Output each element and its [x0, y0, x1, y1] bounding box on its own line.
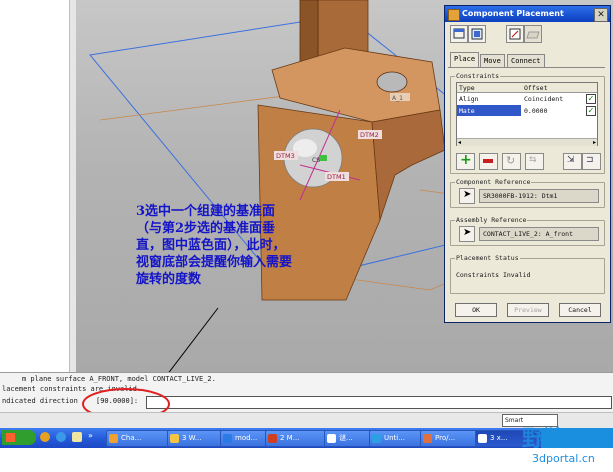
dialog-close-button[interactable]: ✕ — [594, 8, 608, 22]
svg-text:DTM2: DTM2 — [360, 131, 379, 139]
csys-marker — [319, 155, 327, 161]
constraints-group: Constraints Type Offset Align Coincident… — [450, 72, 605, 174]
part-right-face — [371, 109, 446, 221]
quicklaunch-expand-icon[interactable]: » — [88, 431, 93, 440]
dialog-app-icon — [448, 9, 460, 21]
open-file-icon[interactable] — [524, 25, 542, 43]
constraint-options-icon[interactable]: ⊐ — [582, 153, 601, 170]
placement-status-value: Constraints Invalid — [456, 271, 531, 279]
label-dtm3: DTM3 — [274, 151, 298, 160]
prompt-text: ndicated direction — [2, 397, 78, 405]
label-a1: A_1 — [390, 93, 410, 102]
ok-button[interactable]: OK — [455, 303, 497, 317]
constraint-type: Align — [459, 95, 479, 103]
constraint-offset: Coincident — [524, 95, 564, 103]
tab-move[interactable]: Move — [480, 54, 505, 67]
edit-constraint-icon[interactable] — [506, 25, 524, 43]
component-reference-field[interactable]: SR3000FB-1912: Dtm1 — [479, 189, 599, 203]
add-constraint-button[interactable]: + — [456, 152, 475, 170]
constraint-row[interactable]: Align Coincident ✓ — [457, 93, 597, 104]
prompt-input[interactable] — [146, 396, 612, 409]
assembly-reference-field[interactable]: CONTACT_LIVE_2: A_front — [479, 227, 599, 241]
constraints-table-header: Type Offset — [457, 83, 597, 93]
constraint-enabled-checkbox[interactable]: ✓ — [586, 106, 596, 116]
column-type-header: Type — [459, 84, 475, 92]
select-assembly-reference-button[interactable]: ➤ — [459, 226, 475, 242]
select-component-reference-button[interactable]: ➤ — [459, 188, 475, 204]
show-component-window-button[interactable] — [450, 25, 468, 43]
model-tree-pane[interactable] — [0, 0, 76, 372]
svg-text:A_1: A_1 — [392, 95, 403, 102]
delete-constraint-button[interactable] — [479, 153, 498, 170]
dialog-titlebar[interactable]: Component Placement ✕ — [445, 6, 610, 22]
flip-constraint-button[interactable]: ↻ — [502, 153, 521, 170]
show-assembly-window-button[interactable] — [468, 25, 486, 43]
tab-connect[interactable]: Connect — [507, 54, 545, 67]
label-dtm2: DTM2 — [358, 130, 382, 139]
component-placement-dialog: Component Placement ✕ Place Move Connect… — [444, 5, 611, 323]
watermark-url: 3dportal.cn — [532, 452, 595, 465]
assembly-reference-label: Assembly Reference — [455, 216, 528, 224]
component-reference-group: Component Reference ➤ SR3000FB-1912: Dtm… — [450, 178, 605, 208]
assembly-reference-group: Assembly Reference ➤ CONTACT_LIVE_2: A_f… — [450, 216, 605, 246]
model-tree-scrollbar[interactable] — [69, 0, 76, 372]
component-reference-value: SR3000FB-1912: Dtm1 — [483, 192, 558, 200]
constraint-enabled-checkbox[interactable]: ✓ — [586, 94, 596, 104]
label-dtm1: DTM1 — [325, 172, 349, 181]
constraint-offset: 0.0000 — [524, 107, 548, 115]
part-hole — [376, 71, 408, 93]
column-offset-header: Offset — [524, 84, 548, 92]
start-button[interactable] — [2, 430, 36, 445]
ie-icon[interactable] — [56, 432, 66, 442]
constraint-type: Mate — [459, 107, 475, 115]
svg-text:DTM3: DTM3 — [276, 152, 295, 160]
svg-text:DTM1: DTM1 — [327, 173, 346, 181]
component-reference-label: Component Reference — [455, 178, 532, 186]
placement-status-label: Placement Status — [455, 254, 520, 262]
preview-button[interactable]: Preview — [507, 303, 549, 317]
constraint-row[interactable]: Mate 0.0000 ✓ — [457, 105, 597, 116]
quicklaunch-icon[interactable] — [40, 432, 50, 442]
desktop-icon[interactable] — [72, 432, 82, 442]
watermark-logo: 野狼网 — [522, 427, 589, 452]
tab-place[interactable]: Place — [450, 52, 480, 67]
placement-status-group: Placement Status Constraints Invalid — [450, 254, 605, 294]
constraints-group-label: Constraints — [455, 72, 501, 80]
separate-window-icon[interactable]: ⇲ — [563, 153, 582, 170]
message-line-1: m plane surface A_FRONT, model CONTACT_L… — [22, 375, 216, 383]
constraints-table: Type Offset Align Coincident ✓ Mate 0.00… — [456, 82, 598, 146]
toggle-constraint-icon[interactable]: ⇆ — [525, 153, 544, 170]
cancel-button[interactable]: Cancel — [559, 303, 601, 317]
constraints-hscrollbar[interactable]: ◂ ▸ — [457, 138, 597, 146]
csys-label: CS — [312, 157, 320, 164]
annotation-arrow — [168, 307, 219, 372]
dialog-title: Component Placement — [462, 9, 564, 18]
assembly-reference-value: CONTACT_LIVE_2: A_front — [483, 230, 574, 238]
annotation-text: 3选中一个组建的基准面（与第2步选的基准面垂直，图中蓝色面），此时，视窗底部会提… — [136, 204, 293, 287]
